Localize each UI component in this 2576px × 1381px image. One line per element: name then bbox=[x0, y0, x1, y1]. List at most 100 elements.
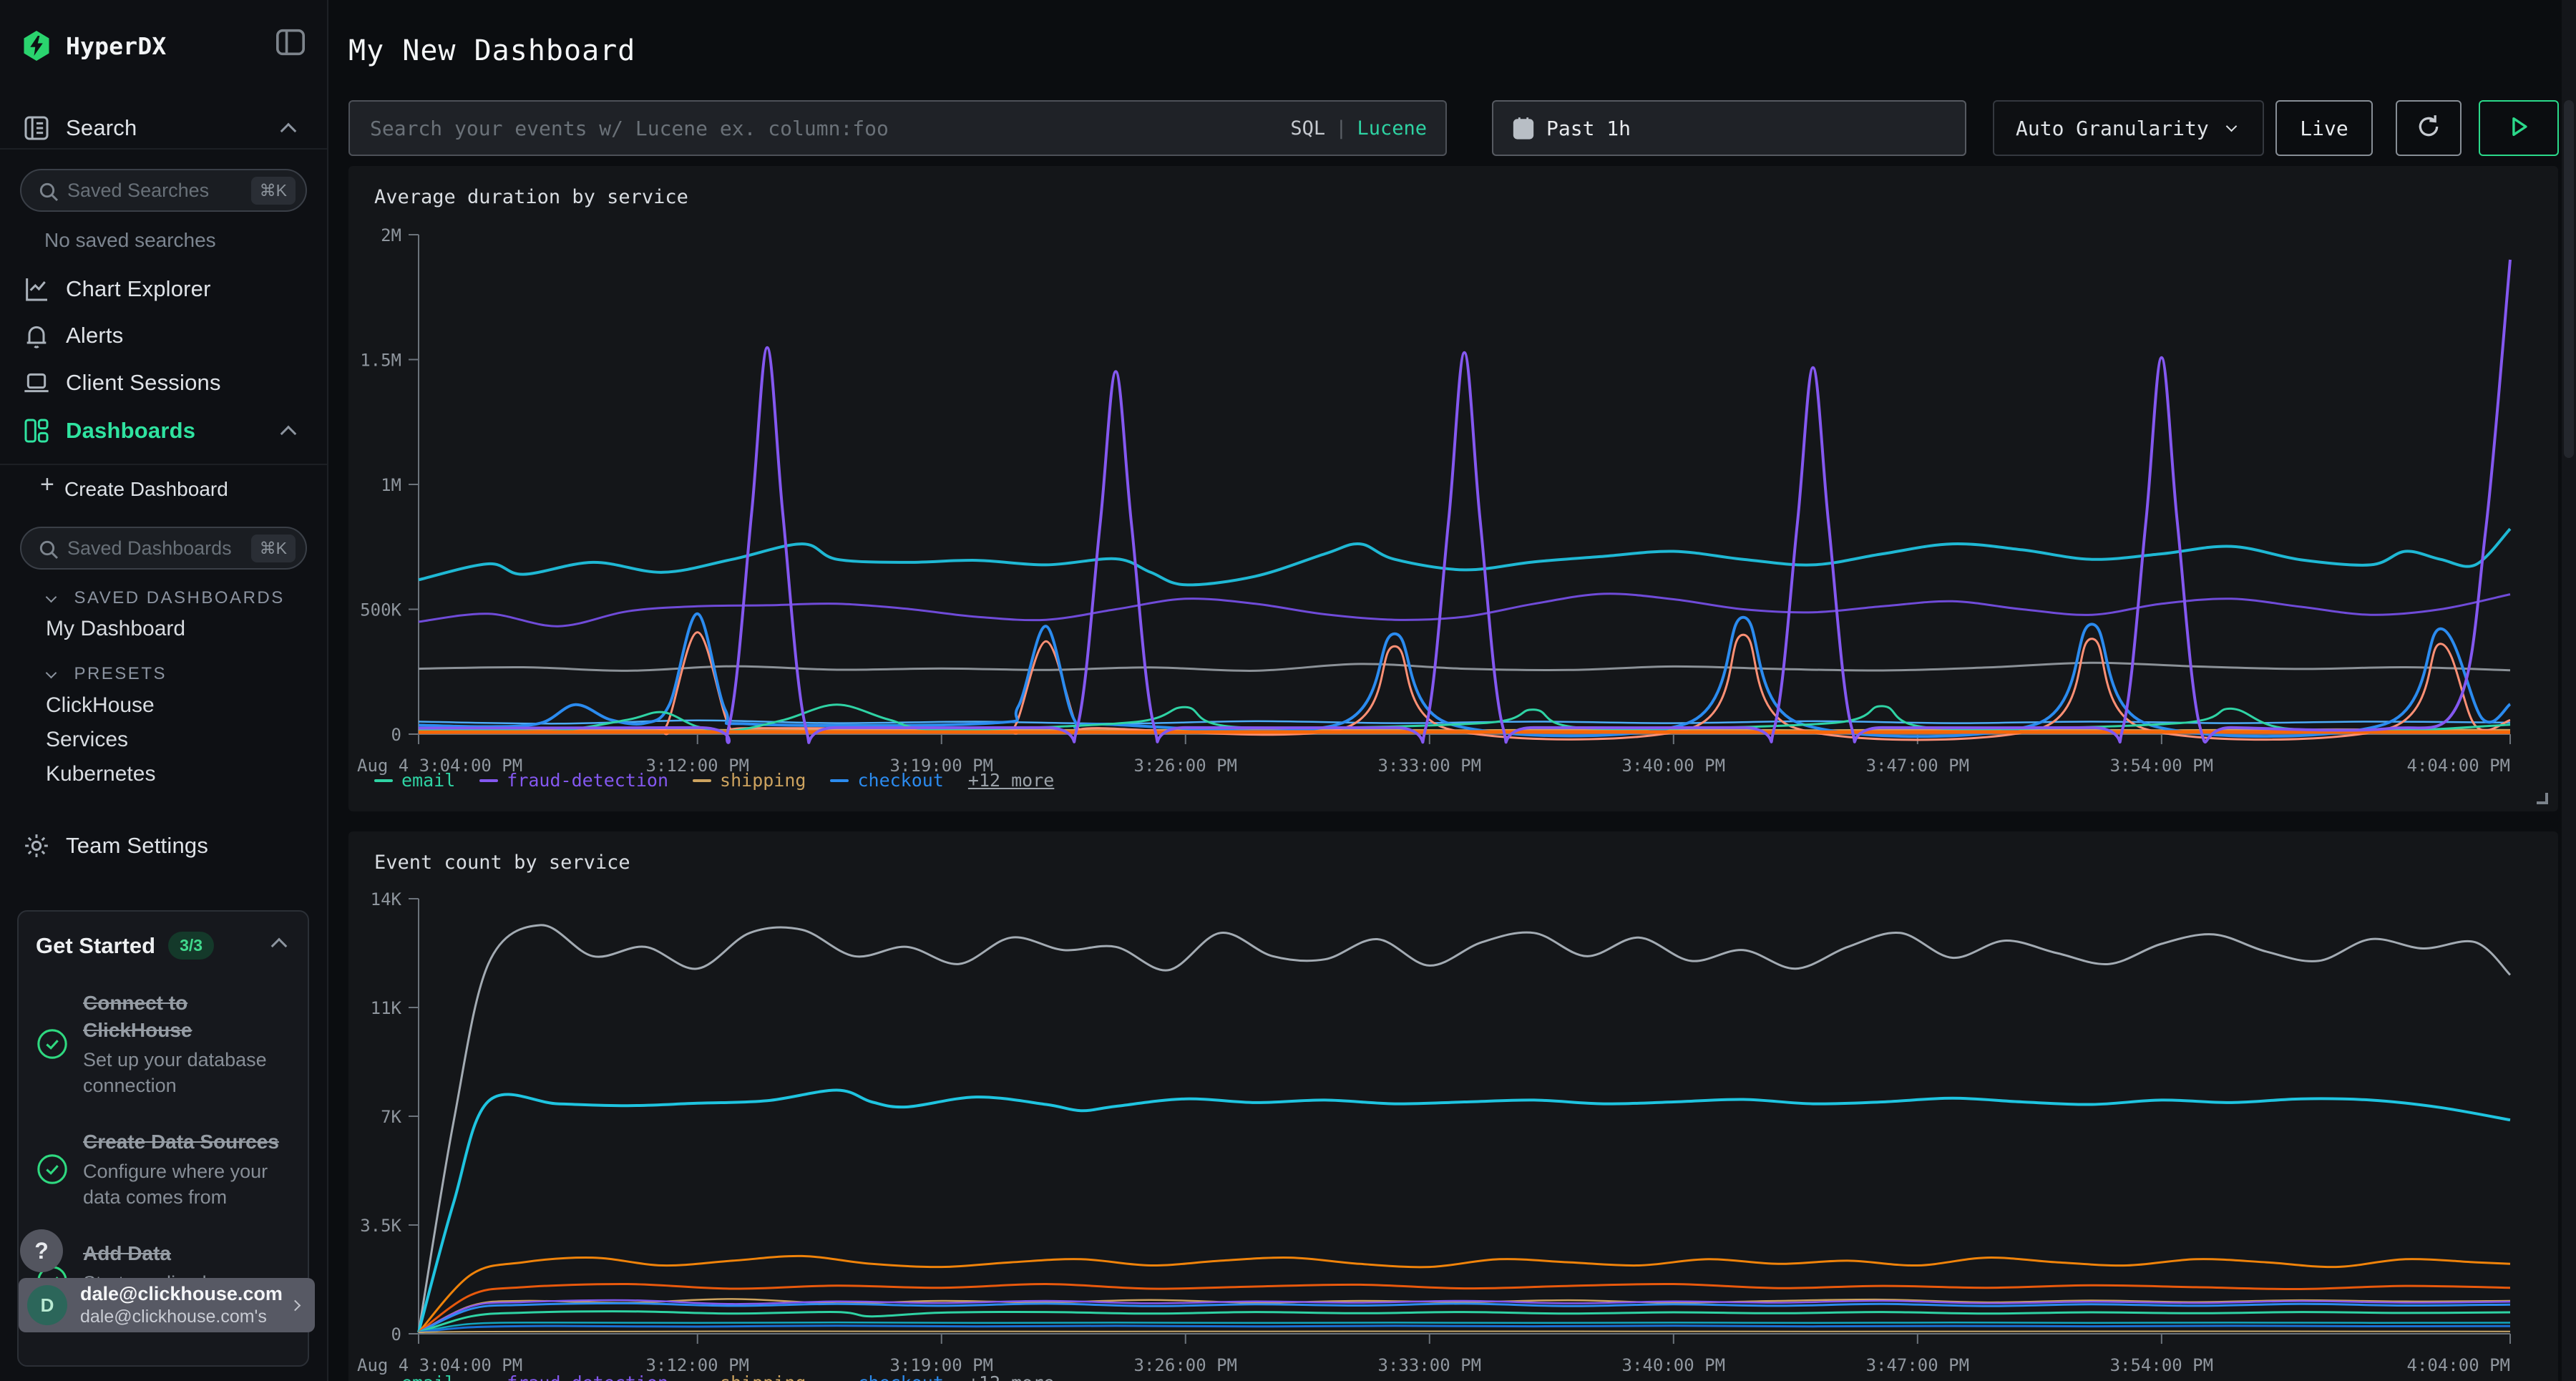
get-started-item[interactable]: Connect to ClickHouse Set up your databa… bbox=[36, 990, 291, 1098]
resize-handle[interactable] bbox=[2537, 793, 2548, 804]
sidebar-item-search[interactable]: Search bbox=[0, 109, 328, 147]
saved-searches-placeholder: Saved Searches bbox=[67, 180, 209, 202]
chevron-up-icon[interactable] bbox=[280, 123, 297, 140]
line-chart[interactable]: 03.5K7K11K14KAug 4 3:04:00 PM3:12:00 PM3… bbox=[348, 882, 2558, 1381]
sidebar-item-clickhouse[interactable]: ClickHouse bbox=[46, 693, 155, 718]
collapse-sidebar-button[interactable] bbox=[276, 29, 305, 59]
legend-item[interactable]: fraud-detection bbox=[479, 770, 668, 791]
avatar: D bbox=[27, 1285, 67, 1325]
chevron-up-icon[interactable] bbox=[271, 937, 288, 954]
scrollbar[interactable] bbox=[2562, 0, 2576, 1381]
bell-icon bbox=[21, 321, 52, 351]
chart-panel-event-count[interactable]: Event count by service 03.5K7K11K14KAug … bbox=[348, 831, 2558, 1381]
event-search-input[interactable]: Search your events w/ Lucene ex. column:… bbox=[348, 100, 1447, 156]
svg-text:0: 0 bbox=[391, 1324, 401, 1345]
svg-text:500K: 500K bbox=[360, 600, 401, 620]
query-language-toggle[interactable]: SQL | Lucene bbox=[1290, 117, 1427, 140]
granularity-select[interactable]: Auto Granularity bbox=[1993, 100, 2264, 156]
sidebar-item-my-dashboard[interactable]: My Dashboard bbox=[46, 617, 185, 641]
hyperdx-logo-icon bbox=[21, 31, 52, 61]
svg-text:3:54:00 PM: 3:54:00 PM bbox=[2110, 756, 2214, 776]
sidebar-item-label: Alerts bbox=[66, 323, 123, 348]
create-dashboard-button[interactable]: + Create Dashboard bbox=[0, 469, 328, 507]
presets-section-toggle[interactable]: PRESETS bbox=[47, 664, 167, 684]
legend-dash-icon bbox=[374, 779, 393, 782]
sidebar-item-label: Client Sessions bbox=[66, 370, 221, 396]
sidebar-item-alerts[interactable]: Alerts bbox=[0, 317, 328, 354]
svg-text:1M: 1M bbox=[381, 475, 401, 495]
granularity-value: Auto Granularity bbox=[2016, 117, 2209, 140]
chart-line-icon bbox=[21, 274, 52, 304]
time-range-value: Past 1h bbox=[1546, 117, 1631, 140]
journal-icon bbox=[21, 113, 52, 143]
time-range-picker[interactable]: Past 1h bbox=[1492, 100, 1966, 156]
get-started-item[interactable]: Create Data Sources Configure where your… bbox=[36, 1128, 291, 1210]
svg-text:3:47:00 PM: 3:47:00 PM bbox=[1866, 1355, 1970, 1375]
shortcut-badge: ⌘K bbox=[251, 177, 296, 205]
get-started-item-title: Create Data Sources bbox=[83, 1128, 291, 1156]
get-started-progress-badge: 3/3 bbox=[168, 932, 214, 960]
legend-label: checkout bbox=[857, 770, 943, 791]
sidebar-item-label: Chart Explorer bbox=[66, 276, 211, 302]
scrollbar-thumb[interactable] bbox=[2564, 100, 2574, 458]
sidebar-item-label: Team Settings bbox=[66, 833, 208, 859]
refresh-icon bbox=[2414, 112, 2443, 145]
sidebar-item-team-settings[interactable]: Team Settings bbox=[0, 827, 328, 864]
svg-text:14K: 14K bbox=[371, 889, 402, 909]
sidebar-item-client-sessions[interactable]: Client Sessions bbox=[0, 364, 328, 401]
svg-text:3:26:00 PM: 3:26:00 PM bbox=[1134, 1355, 1238, 1375]
svg-text:4:04:00 PM: 4:04:00 PM bbox=[2407, 756, 2511, 776]
legend-item[interactable]: shipping bbox=[693, 770, 806, 791]
svg-text:3.5K: 3.5K bbox=[360, 1216, 401, 1236]
saved-searches-input[interactable]: Saved Searches ⌘K bbox=[20, 169, 307, 212]
sidebar-item-kubernetes[interactable]: Kubernetes bbox=[46, 762, 155, 786]
legend-label: email bbox=[401, 770, 455, 791]
app-title: HyperDX bbox=[66, 32, 166, 60]
sidebar-item-dashboards[interactable]: Dashboards bbox=[0, 412, 328, 449]
legend-dash-icon bbox=[830, 779, 849, 782]
no-saved-searches-text: No saved searches bbox=[44, 229, 216, 252]
legend-item[interactable]: shipping bbox=[693, 1372, 806, 1381]
get-started-header[interactable]: Get Started 3/3 bbox=[36, 932, 291, 960]
get-started-item-title: Add Data bbox=[83, 1240, 291, 1267]
legend-label: shipping bbox=[720, 1372, 806, 1381]
lucene-toggle[interactable]: Lucene bbox=[1357, 117, 1427, 140]
saved-dashboards-input[interactable]: Saved Dashboards ⌘K bbox=[20, 527, 307, 570]
legend-item[interactable]: email bbox=[374, 770, 455, 791]
sidebar-item-services[interactable]: Services bbox=[46, 728, 128, 752]
legend-more-link[interactable]: +12 more bbox=[968, 1372, 1054, 1381]
sql-toggle[interactable]: SQL bbox=[1290, 117, 1325, 140]
legend-item[interactable]: checkout bbox=[830, 770, 943, 791]
legend-more-link[interactable]: +12 more bbox=[968, 770, 1054, 791]
event-search-placeholder: Search your events w/ Lucene ex. column:… bbox=[370, 117, 1290, 140]
svg-text:3:40:00 PM: 3:40:00 PM bbox=[1622, 1355, 1726, 1375]
refresh-button[interactable] bbox=[2396, 100, 2462, 156]
line-chart[interactable]: 0500K1M1.5M2MAug 4 3:04:00 PM3:12:00 PM3… bbox=[348, 213, 2558, 782]
saved-dashboards-section-toggle[interactable]: SAVED DASHBOARDS bbox=[47, 588, 285, 608]
run-query-button[interactable] bbox=[2479, 100, 2559, 156]
legend-dash-icon bbox=[693, 779, 711, 782]
legend-dash-icon bbox=[479, 779, 498, 782]
get-started-item-desc: Configure where your data comes from bbox=[83, 1158, 291, 1210]
shortcut-badge: ⌘K bbox=[251, 535, 296, 562]
help-button[interactable]: ? bbox=[20, 1229, 63, 1272]
gear-icon bbox=[21, 831, 52, 861]
svg-text:0: 0 bbox=[391, 725, 401, 745]
legend-item[interactable]: fraud-detection bbox=[479, 1372, 668, 1381]
chevron-down-icon bbox=[2225, 120, 2237, 132]
plus-icon: + bbox=[40, 471, 54, 499]
svg-text:3:26:00 PM: 3:26:00 PM bbox=[1134, 756, 1238, 776]
dashboard-grid-icon bbox=[21, 416, 52, 446]
check-circle-icon bbox=[36, 1028, 69, 1060]
chart-panel-avg-duration[interactable]: Average duration by service 0500K1M1.5M2… bbox=[348, 166, 2558, 811]
legend-item[interactable]: checkout bbox=[830, 1372, 943, 1381]
sidebar-item-chart-explorer[interactable]: Chart Explorer bbox=[0, 270, 328, 308]
legend-item[interactable]: email bbox=[374, 1372, 455, 1381]
section-header: SAVED DASHBOARDS bbox=[74, 588, 284, 607]
toggle-divider: | bbox=[1335, 117, 1347, 140]
chevron-up-icon[interactable] bbox=[280, 426, 297, 442]
live-button[interactable]: Live bbox=[2275, 100, 2373, 156]
legend-label: checkout bbox=[857, 1372, 943, 1381]
user-menu[interactable]: D dale@clickhouse.com dale@clickhouse.co… bbox=[19, 1278, 315, 1332]
sidebar-item-label: Dashboards bbox=[66, 418, 195, 444]
